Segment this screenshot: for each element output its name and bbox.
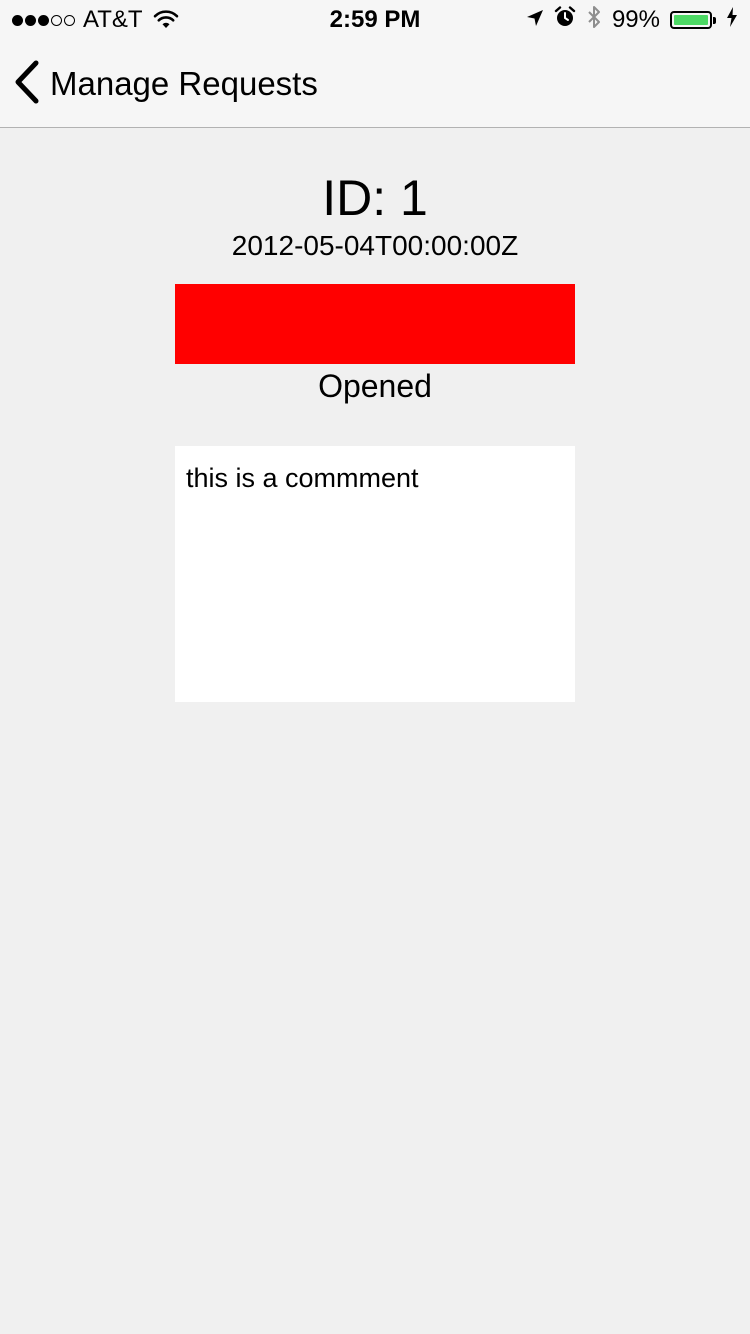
back-button[interactable]: Manage Requests [14, 60, 318, 108]
battery-percent: 99% [611, 6, 660, 33]
battery-body [670, 11, 712, 29]
status-bar: AT&T 2:59 PM 99% [0, 0, 750, 40]
chevron-left-icon [14, 60, 40, 109]
bluetooth-icon [586, 5, 602, 36]
alarm-icon [554, 5, 576, 35]
charging-bolt-icon [726, 6, 738, 34]
comment-field[interactable]: this is a commment [175, 446, 575, 702]
request-date: 2012-05-04T00:00:00Z [231, 230, 519, 261]
request-status: Opened [318, 368, 432, 404]
location-arrow-icon [526, 6, 544, 34]
status-color-indicator [175, 284, 575, 364]
battery-tip [713, 16, 716, 24]
battery-fill [674, 15, 708, 25]
battery-icon [670, 11, 716, 29]
navigation-bar: Manage Requests [0, 40, 750, 128]
back-button-label: Manage Requests [50, 65, 318, 102]
status-right: 99% [526, 5, 738, 36]
request-id: ID: 1 [322, 170, 428, 226]
